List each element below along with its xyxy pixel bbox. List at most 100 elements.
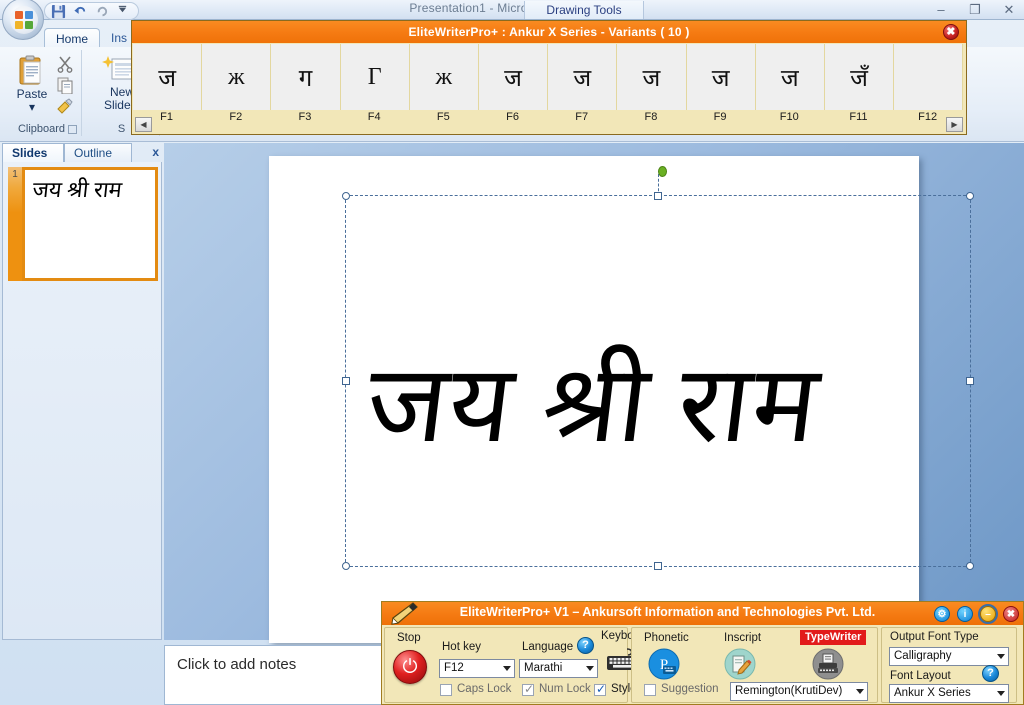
num-lock-label: Num Lock	[539, 683, 591, 695]
output-font-type-select[interactable]: Calligraphy	[889, 647, 1009, 666]
variant-glyph: ж	[227, 63, 245, 90]
variants-key-labels: F1 F2 F3 F4 F5 F6 F7 F8 F9 F10 F11 F12	[132, 111, 966, 127]
language-help-icon[interactable]: ?	[577, 637, 594, 654]
variant-cell[interactable]: ж	[202, 44, 272, 110]
phonetic-label: Phonetic	[644, 632, 689, 644]
page-title: Presentation1 - Microsoft PowerPoint	[409, 1, 615, 15]
undo-icon[interactable]	[73, 4, 88, 19]
elitewriter-minimize-button[interactable]: –	[978, 604, 998, 624]
keyboard-layout-select[interactable]: Remington(KrutiDev)	[730, 682, 868, 701]
output-font-type-value: Calligraphy	[894, 650, 952, 662]
paste-button[interactable]: Paste ▾	[10, 54, 54, 114]
tab-outline[interactable]: Outline	[64, 143, 132, 162]
variants-scroll-left-button[interactable]: ◀	[135, 117, 152, 132]
inscript-label: Inscript	[724, 632, 762, 644]
variant-cell[interactable]: जँ	[824, 44, 895, 110]
inscript-pencil-icon[interactable]	[724, 648, 756, 680]
styles-checkbox[interactable]	[594, 682, 606, 696]
resize-handle-bottom-left[interactable]	[342, 562, 350, 570]
caps-lock-checkbox[interactable]	[440, 684, 452, 696]
redo-icon[interactable]	[95, 4, 110, 19]
slide-thumbnail-item[interactable]: 1 जय श्री राम	[8, 167, 158, 281]
text-box-selection[interactable]	[342, 166, 974, 570]
variant-glyph: ज	[158, 65, 176, 92]
variants-scroll-right-button[interactable]: ▶	[946, 117, 963, 132]
office-button[interactable]	[2, 0, 44, 40]
ribbon-group-clipboard: Paste ▾ Clipboard	[2, 50, 82, 136]
font-layout-select[interactable]: Ankur X Series	[889, 684, 1009, 703]
hotkey-label: Hot key	[442, 641, 481, 653]
ribbon-tab-strip: Home Ins	[44, 28, 138, 48]
variant-cell[interactable]: ज	[133, 44, 203, 110]
elitewriter-output-section: Output Font Type Calligraphy Font Layout…	[881, 627, 1017, 703]
info-icon[interactable]: i	[957, 606, 973, 622]
clipboard-dialog-launcher-icon[interactable]	[68, 125, 77, 134]
hotkey-select[interactable]: F12	[439, 659, 515, 678]
resize-handle-middle-left[interactable]	[342, 377, 350, 385]
tab-home-label: Home	[56, 32, 89, 46]
typewriter-badge[interactable]: TypeWriter	[800, 630, 867, 645]
paste-dropdown-arrow[interactable]: ▾	[10, 101, 54, 114]
resize-handle-bottom-center[interactable]	[654, 562, 662, 570]
language-label: Language	[522, 641, 574, 653]
minimize-button[interactable]: –	[930, 2, 952, 18]
elitewriter-input-section: Stop ⏻ Hot key F12 Language ? Marathi Ke…	[384, 627, 650, 703]
variant-cell[interactable]: ज	[478, 44, 549, 110]
typewriter-icon[interactable]	[812, 648, 844, 680]
tab-slides-label: Slides	[12, 146, 48, 160]
variant-glyph: ग	[298, 65, 313, 92]
variant-key: F10	[779, 111, 799, 123]
font-layout-help-icon[interactable]: ?	[982, 665, 999, 682]
resize-handle-top-center[interactable]	[654, 192, 662, 200]
variant-key: F9	[713, 111, 727, 123]
variant-cell[interactable]: Г	[340, 44, 410, 110]
variant-cell[interactable]: ж	[409, 44, 479, 110]
variant-cell[interactable]: ज	[755, 44, 825, 110]
restore-button[interactable]: ❐	[964, 2, 986, 18]
suggestion-checkbox[interactable]	[644, 684, 656, 696]
resize-handle-top-right[interactable]	[966, 192, 974, 200]
variant-glyph: ж	[435, 63, 453, 90]
hotkey-value: F12	[444, 662, 464, 674]
slide-thumbnail-text: जय श्री राम	[31, 177, 124, 202]
elitewriter-close-button[interactable]: ✖	[1003, 606, 1019, 622]
elitewriter-title-bar: EliteWriterPro+ V1 – Ankursoft Informati…	[382, 602, 1023, 625]
copy-icon[interactable]	[56, 76, 74, 95]
variant-cell[interactable]: ग	[271, 44, 341, 110]
slide-number: 1	[8, 167, 22, 281]
slide-editing-area: जय श्री राम	[164, 143, 1024, 643]
format-painter-icon[interactable]	[56, 97, 74, 115]
elitewriter-title-text: EliteWriterPro+ V1 – Ankursoft Informati…	[459, 605, 876, 619]
slides-outline-tabs: Slides Outline x	[2, 143, 162, 162]
tab-home[interactable]: Home	[44, 28, 101, 48]
variant-cell[interactable]	[894, 44, 964, 110]
slide-canvas[interactable]: जय श्री राम	[269, 156, 974, 643]
variant-cell[interactable]: ज	[548, 44, 618, 110]
slides-pane: 1 जय श्री राम	[2, 162, 162, 640]
variants-close-button[interactable]: ✖	[943, 24, 959, 40]
resize-handle-top-left[interactable]	[342, 192, 350, 200]
variant-cell[interactable]: ज	[686, 44, 756, 110]
close-button[interactable]: ✕	[998, 2, 1020, 18]
settings-gear-icon[interactable]: ⚙	[934, 606, 950, 622]
slide-thumbnail[interactable]: जय श्री राम	[22, 167, 158, 281]
phonetic-keyboard-icon[interactable]: P	[648, 648, 680, 680]
font-layout-label: Font Layout	[890, 670, 951, 682]
tab-slides[interactable]: Slides	[2, 143, 64, 162]
window-controls: – ❐ ✕	[930, 0, 1020, 20]
contextual-tab-drawing-tools[interactable]: Drawing Tools	[524, 1, 644, 19]
chevron-down-icon	[503, 666, 511, 671]
variant-glyph: ज	[573, 65, 592, 92]
rotation-handle[interactable]	[658, 166, 667, 177]
language-select[interactable]: Marathi	[519, 659, 598, 678]
close-pane-button[interactable]: x	[152, 145, 159, 159]
cut-scissors-icon[interactable]	[56, 55, 74, 73]
save-icon[interactable]	[51, 4, 66, 19]
variant-cell[interactable]: ज	[617, 44, 687, 110]
resize-handle-bottom-right[interactable]	[966, 562, 974, 570]
pen-icon	[387, 602, 419, 626]
resize-handle-middle-right[interactable]	[966, 377, 974, 385]
stop-power-button[interactable]: ⏻	[393, 650, 427, 684]
num-lock-checkbox[interactable]	[522, 682, 534, 696]
chevron-down-icon[interactable]	[117, 4, 132, 19]
